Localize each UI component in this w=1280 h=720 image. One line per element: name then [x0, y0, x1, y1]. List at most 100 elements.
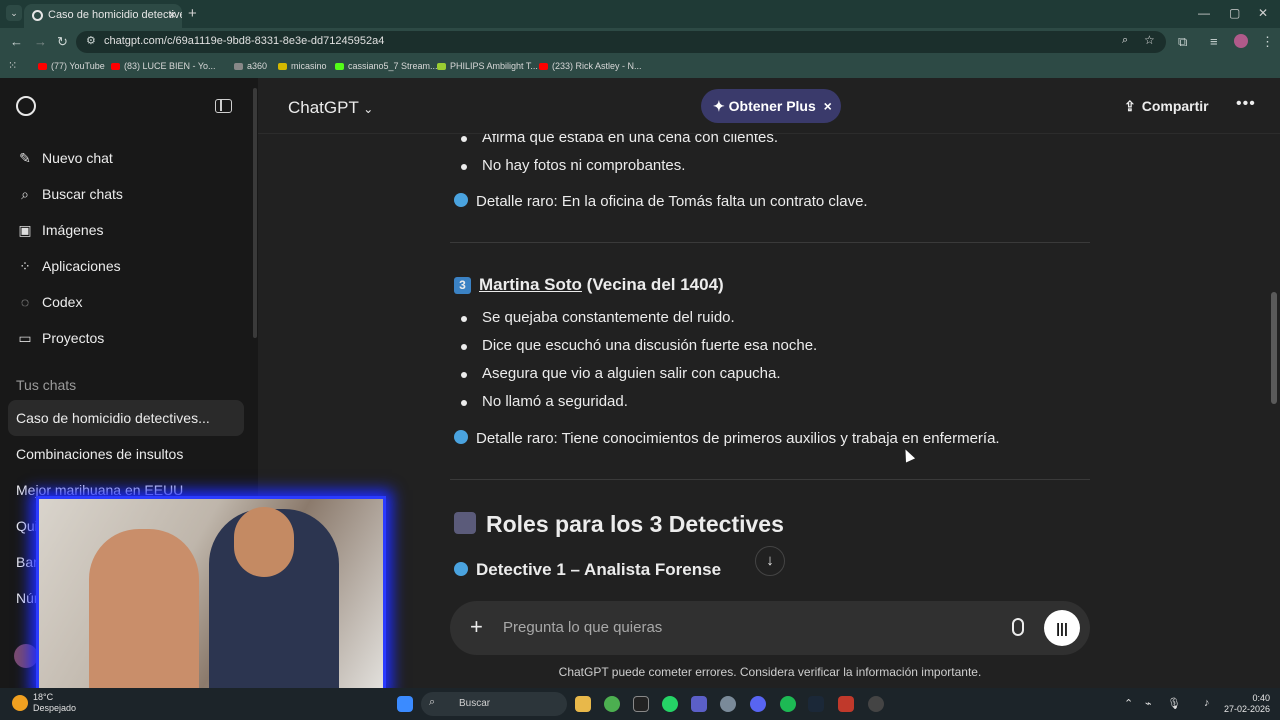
discord-icon[interactable] — [750, 696, 766, 712]
magnifier-icon — [454, 193, 468, 207]
browser-menu-icon[interactable]: ⋮ — [1261, 34, 1274, 50]
more-options-icon[interactable]: ••• — [1236, 95, 1256, 113]
bookmark-item[interactable]: a360 — [234, 61, 267, 71]
sidebar-scrollbar[interactable] — [253, 88, 257, 338]
sidebar-item-images[interactable]: ▣ Imágenes — [16, 222, 103, 239]
browser-tab-strip: ⌄ Caso de homicidio detectivesco × + — ▢… — [0, 0, 1280, 28]
detail-line: Detalle raro: Tiene conocimientos de pri… — [454, 430, 1000, 447]
share-icon: ⇪ — [1124, 98, 1136, 114]
microphone-icon[interactable] — [1012, 618, 1024, 636]
magnifier-icon — [454, 430, 468, 444]
weather-icon[interactable] — [12, 695, 28, 711]
youtube-icon — [111, 63, 120, 70]
model-selector[interactable]: ChatGPT ⌄ — [288, 98, 373, 118]
browser-toolbar: ← → ↻ ⚙ chatgpt.com/c/69a1119e-9bd8-8331… — [0, 28, 1280, 56]
media-controls-icon[interactable]: ≡ — [1210, 34, 1218, 49]
bookmark-item[interactable]: micasino — [278, 61, 327, 71]
sidebar-toggle-icon[interactable] — [215, 99, 232, 113]
profile-avatar[interactable] — [1234, 34, 1248, 48]
chat-item[interactable]: Qui — [16, 518, 38, 534]
settings-icon[interactable] — [720, 696, 736, 712]
tab-close-icon[interactable]: × — [168, 7, 176, 22]
new-chat-icon: ✎ — [19, 150, 31, 166]
search-icon: ⌕ — [429, 696, 436, 708]
windows-taskbar: 18°C Despejado ⌕ Buscar ⌃ ⌁ 🎙 ♪ 0:40 27-02-… — [0, 688, 1280, 720]
scroll-down-button[interactable]: ↓ — [755, 546, 785, 576]
site-info-icon[interactable]: ⚙ — [86, 34, 96, 47]
folder-icon: ▭ — [18, 330, 32, 346]
address-bar[interactable]: ⚙ chatgpt.com/c/69a1119e-9bd8-8331-8e3e-… — [76, 31, 1166, 53]
window-close-icon[interactable]: ✕ — [1258, 6, 1268, 20]
main-scrollbar[interactable] — [1271, 292, 1277, 404]
new-tab-icon[interactable]: + — [188, 5, 197, 22]
reload-icon[interactable]: ↻ — [57, 34, 68, 50]
maximize-icon[interactable]: ▢ — [1229, 6, 1240, 20]
extensions-icon[interactable]: ⧉ — [1178, 34, 1187, 50]
a360-icon — [234, 63, 243, 70]
apps-grid-icon[interactable]: ⁙ — [8, 59, 17, 72]
zoom-icon[interactable]: ⌕ — [1122, 34, 1128, 47]
list-item: Se quejaba constantemente del ruido. — [461, 309, 735, 326]
message-composer[interactable]: + Pregunta lo que quieras ||| — [450, 601, 1090, 655]
mic-tray-icon[interactable]: 🎙 — [1167, 697, 1181, 710]
sidebar-item-codex[interactable]: ◌ Codex — [16, 294, 83, 310]
sidebar-item-new-chat[interactable]: ✎ Nuevo chat — [16, 150, 113, 167]
volume-icon[interactable]: ♪ — [1204, 697, 1210, 709]
codex-icon: ◌ — [20, 294, 30, 310]
youtube-icon — [38, 63, 47, 70]
file-explorer-icon[interactable] — [575, 696, 591, 712]
app-icon[interactable] — [838, 696, 854, 712]
prompt-input[interactable]: Pregunta lo que quieras — [503, 619, 662, 636]
network-icon[interactable]: ⌁ — [1145, 697, 1152, 710]
close-plus-icon[interactable]: × — [824, 98, 832, 114]
clock[interactable]: 0:40 27-02-2026 — [1222, 693, 1270, 715]
taskbar-search[interactable]: ⌕ Buscar — [421, 692, 567, 716]
tab-title: Caso de homicidio detectivesco — [48, 9, 182, 21]
search-icon: ⌕ — [21, 186, 29, 202]
chrome-icon[interactable] — [604, 696, 620, 712]
chatgpt-app-icon[interactable] — [868, 696, 884, 712]
suspect-name-link[interactable]: Martina Soto — [479, 275, 582, 294]
sidebar-item-search[interactable]: ⌕ Buscar chats — [16, 186, 123, 203]
chat-item[interactable]: Combinaciones de insultos — [16, 446, 183, 462]
add-attachment-icon[interactable]: + — [470, 614, 483, 640]
chatgpt-favicon-icon — [32, 10, 43, 21]
sidebar-item-projects[interactable]: ▭ Proyectos — [16, 330, 104, 347]
back-icon[interactable]: ← — [10, 34, 23, 49]
user-avatar[interactable] — [14, 644, 38, 668]
detective-icon — [454, 512, 476, 534]
sidebar-item-apps[interactable]: ⁘ Aplicaciones — [16, 258, 120, 275]
bookmark-item[interactable]: (83) LUCE BIEN - Yo... — [111, 61, 216, 71]
tab-search-chevron-icon[interactable]: ⌄ — [6, 5, 22, 21]
get-plus-button[interactable]: ✦ Obtener Plus × — [701, 89, 841, 123]
bookmark-item[interactable]: cassiano5_7 Stream... — [335, 61, 438, 71]
minimize-icon[interactable]: — — [1198, 6, 1210, 20]
kick-icon — [335, 63, 344, 70]
whatsapp-icon[interactable] — [662, 696, 678, 712]
micasino-icon — [278, 63, 287, 70]
browser-tab[interactable]: Caso de homicidio detectivesco × — [24, 4, 182, 28]
teams-icon[interactable] — [691, 696, 707, 712]
forward-icon[interactable]: → — [34, 34, 47, 49]
list-item: Afirma que estaba en una cena con client… — [460, 134, 778, 146]
person-left — [89, 529, 199, 689]
suspect-heading: 3 Martina Soto (Vecina del 1404) — [454, 275, 724, 295]
bookmark-item[interactable]: (233) Rick Astley - N... — [539, 61, 642, 71]
spotify-icon[interactable] — [780, 696, 796, 712]
share-button[interactable]: ⇪ Compartir — [1124, 98, 1209, 115]
philips-icon — [437, 63, 446, 70]
start-icon[interactable] — [397, 696, 413, 712]
chatgpt-logo-icon[interactable] — [16, 96, 36, 116]
chat-item[interactable]: Caso de homicidio detectives... — [16, 410, 210, 426]
bookmark-item[interactable]: PHILIPS Ambilight T... — [437, 61, 538, 71]
voice-mode-button[interactable]: ||| — [1044, 610, 1080, 646]
number-3-icon: 3 — [454, 277, 471, 294]
list-item: No llamó a seguridad. — [461, 393, 628, 410]
steam-icon[interactable] — [808, 696, 824, 712]
bookmark-star-icon[interactable]: ☆ — [1144, 33, 1155, 47]
url-text: chatgpt.com/c/69a1119e-9bd8-8331-8e3e-dd… — [104, 35, 385, 47]
capcut-icon[interactable] — [633, 696, 649, 712]
weather-widget[interactable]: 18°C Despejado — [33, 692, 76, 714]
bookmark-item[interactable]: (77) YouTube — [38, 61, 105, 71]
tray-chevron-icon[interactable]: ⌃ — [1124, 697, 1133, 710]
